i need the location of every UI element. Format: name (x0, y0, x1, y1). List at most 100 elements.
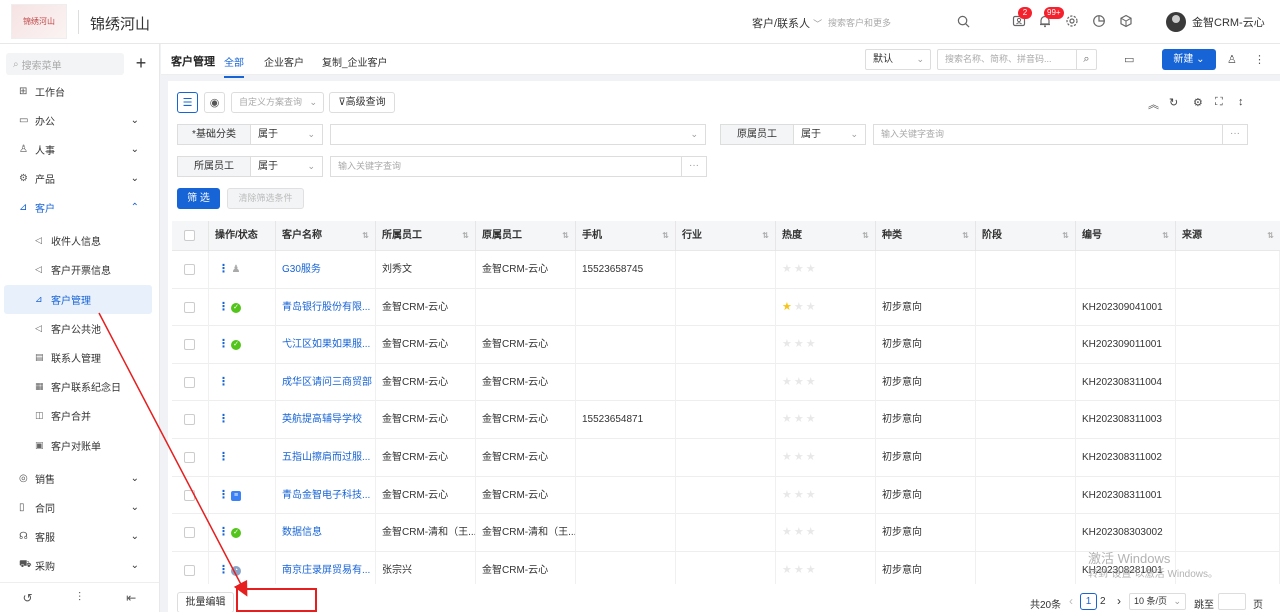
heat-stars[interactable]: ★★★ (782, 401, 818, 438)
table-row[interactable]: ⋮ ≡ 青岛金智电子科技... 金智CRM-云心 金智CRM-云心 ★★★ 初步意向 KH20… (172, 476, 1280, 515)
cell-customer-name[interactable]: 弋江区如果如果服... (276, 326, 376, 364)
header-original-staff[interactable]: 原属员工 ⇅ (476, 221, 576, 251)
sidebar-item-purchase[interactable]: ⛟ 采购 ⌄ (0, 551, 159, 580)
header-customer-name[interactable]: 客户名称 ⇅ (276, 221, 376, 251)
table-row[interactable]: ⋮ 成华区请问三商贸部 金智CRM-云心 金智CRM-云心 ★★★ 初步意向 KH20230… (172, 363, 1280, 402)
header-stage[interactable]: 阶段 ⇅ (976, 221, 1076, 251)
pie-chart-icon[interactable] (1090, 12, 1108, 30)
row-checkbox[interactable] (184, 414, 195, 426)
header-heat[interactable]: 热度 ⇅ (776, 221, 876, 251)
header-kind[interactable]: 种类 ⇅ (876, 221, 976, 251)
collapse-icon[interactable]: ⇤ (126, 591, 136, 605)
keyword-search-input[interactable]: 搜索名称、简称、拼音码... (937, 49, 1077, 70)
table-row[interactable]: ⋮ ✓ 弋江区如果如果服... 金智CRM-云心 金智CRM-云心 ★★★ 初步意向 KH20… (172, 326, 1280, 364)
list-view-icon[interactable]: ☰ (177, 92, 198, 113)
cell-customer-name[interactable]: 成华区请问三商贸部 (276, 363, 376, 401)
search-icon[interactable] (954, 12, 972, 30)
row-checkbox[interactable] (184, 376, 195, 388)
tab-copy-enterprise[interactable]: 复制_企业客户 (322, 54, 388, 69)
bell-icon[interactable]: 99+ (1036, 7, 1064, 30)
header-phone[interactable]: 手机 ⇅ (576, 221, 676, 251)
user-menu[interactable]: 金智CRM-云心 (1166, 12, 1265, 32)
select-all-checkbox[interactable] (184, 230, 195, 241)
location-icon[interactable]: ◉ (204, 92, 225, 113)
star-icon[interactable]: ★ (806, 376, 818, 388)
collapse-up-icon[interactable]: ︽ (1148, 96, 1159, 112)
row-checkbox[interactable] (184, 264, 195, 275)
add-menu-button[interactable]: + (130, 53, 152, 75)
star-icon[interactable]: ★ (794, 564, 806, 576)
row-checkbox[interactable] (184, 339, 195, 351)
heat-stars[interactable]: ★★★ (782, 326, 818, 363)
sidebar-item-product[interactable]: ⚙ 产品 ⌄ (0, 164, 159, 193)
star-icon[interactable]: ★ (794, 338, 806, 350)
sidebar-item-workbench[interactable]: ⊞ 工作台 (0, 77, 159, 106)
star-icon[interactable]: ★ (782, 413, 794, 425)
star-icon[interactable]: ★ (806, 564, 818, 576)
row-checkbox[interactable] (184, 489, 195, 501)
filter-button[interactable]: 筛 选 (177, 188, 220, 209)
table-row[interactable]: ⋮ ♟ G30服务 刘秀文 金智CRM-云心 15523658745 ★★★ (172, 251, 1280, 289)
menu-search-input[interactable]: ⌕ 搜索菜单 (6, 53, 124, 75)
prev-page-button[interactable]: ‹ (1069, 594, 1073, 608)
star-icon[interactable]: ★ (794, 489, 806, 501)
view-select[interactable]: 默认 ⌄ (865, 49, 931, 70)
column-height-icon[interactable]: ↕ (1238, 96, 1244, 108)
batch-edit-button[interactable]: 批量编辑 (177, 592, 234, 612)
heat-stars[interactable]: ★★★ (782, 477, 818, 514)
sidebar-subitem-anniversary[interactable]: ▦ 客户联系纪念日 (0, 372, 159, 401)
star-icon[interactable]: ★ (794, 413, 806, 425)
star-icon[interactable]: ★ (806, 301, 818, 313)
search-scope-select[interactable]: 客户/联系人 ﹀ (752, 15, 822, 31)
sidebar-item-hr[interactable]: ♙ 人事 ⌄ (0, 135, 159, 164)
header-staff[interactable]: 所属员工 ⇅ (376, 221, 476, 251)
cell-customer-name[interactable]: 数据信息 (276, 514, 376, 552)
star-icon[interactable]: ★ (806, 526, 818, 538)
star-icon[interactable]: ★ (794, 376, 806, 388)
staff-input[interactable]: 输入关键字查询 (330, 156, 682, 177)
sidebar-subitem-recipients[interactable]: ◁ 收件人信息 (0, 226, 159, 255)
more-actions-icon[interactable]: ⋮ (218, 289, 229, 326)
sidebar-subitem-customer-management[interactable]: ⊿ 客户管理 (4, 285, 152, 314)
cell-customer-name[interactable]: 五指山擦肩而过服... (276, 439, 376, 476)
clear-filter-button[interactable]: 清除筛选条件 (227, 188, 304, 209)
page-2-button[interactable]: 2 (1100, 596, 1106, 607)
company-logo[interactable]: 锦绣河山 (11, 4, 67, 39)
row-checkbox[interactable] (184, 301, 195, 313)
star-icon[interactable]: ★ (794, 451, 806, 463)
more-actions-icon[interactable]: ⋮ (218, 251, 229, 288)
fullscreen-icon[interactable]: ⛶ (1215, 96, 1223, 109)
table-row[interactable]: ⋮ ✓ 数据信息 金智CRM-清和（王... 金智CRM-清和（王... ★★★ 初步意向 K… (172, 514, 1280, 552)
table-row[interactable]: ⋮ ✓ 青岛银行股份有限... 金智CRM-云心 ★★★ 初步意向 KH2023090410… (172, 288, 1280, 327)
row-checkbox[interactable] (184, 527, 195, 539)
star-icon[interactable]: ★ (782, 376, 794, 388)
header-source[interactable]: 来源 ⇅ (1176, 221, 1280, 251)
basic-category-value[interactable]: ⌄ (330, 124, 706, 145)
star-icon[interactable]: ★ (782, 489, 794, 501)
cell-customer-name[interactable]: 青岛银行股份有限... (276, 288, 376, 326)
cube-icon[interactable] (1117, 12, 1135, 30)
star-icon[interactable]: ★ (806, 338, 818, 350)
sidebar-subitem-statement[interactable]: ▣ 客户对账单 (0, 431, 159, 460)
star-icon[interactable]: ★ (806, 451, 818, 463)
heat-stars[interactable]: ★★★ (782, 514, 818, 551)
cell-customer-name[interactable]: G30服务 (276, 251, 376, 288)
goto-page-input[interactable] (1218, 593, 1246, 610)
star-icon[interactable]: ★ (782, 451, 794, 463)
sidebar-subitem-contacts[interactable]: ▤ 联系人管理 (0, 343, 159, 372)
more-actions-icon[interactable]: ⋮ (218, 326, 229, 363)
star-icon[interactable]: ★ (782, 301, 794, 313)
scheme-query-select[interactable]: 自定义方案查询 ⌄ (231, 92, 324, 113)
original-staff-more-button[interactable]: ··· (1223, 124, 1248, 145)
cell-customer-name[interactable]: 英航提高辅导学校 (276, 401, 376, 439)
star-icon[interactable]: ★ (806, 489, 818, 501)
heat-stars[interactable]: ★★★ (782, 251, 818, 288)
refresh-icon[interactable]: ↻ (1169, 96, 1178, 109)
advanced-query-button[interactable]: ⊽高级查询 (329, 92, 395, 113)
original-staff-input[interactable]: 输入关键字查询 (873, 124, 1223, 145)
tab-all[interactable]: 全部 (224, 54, 244, 78)
gear-icon[interactable] (1063, 12, 1081, 30)
star-icon[interactable]: ★ (782, 526, 794, 538)
basic-category-operator[interactable]: 属于 ⌄ (251, 124, 323, 145)
settings-icon[interactable]: ⚙ (1193, 96, 1203, 109)
